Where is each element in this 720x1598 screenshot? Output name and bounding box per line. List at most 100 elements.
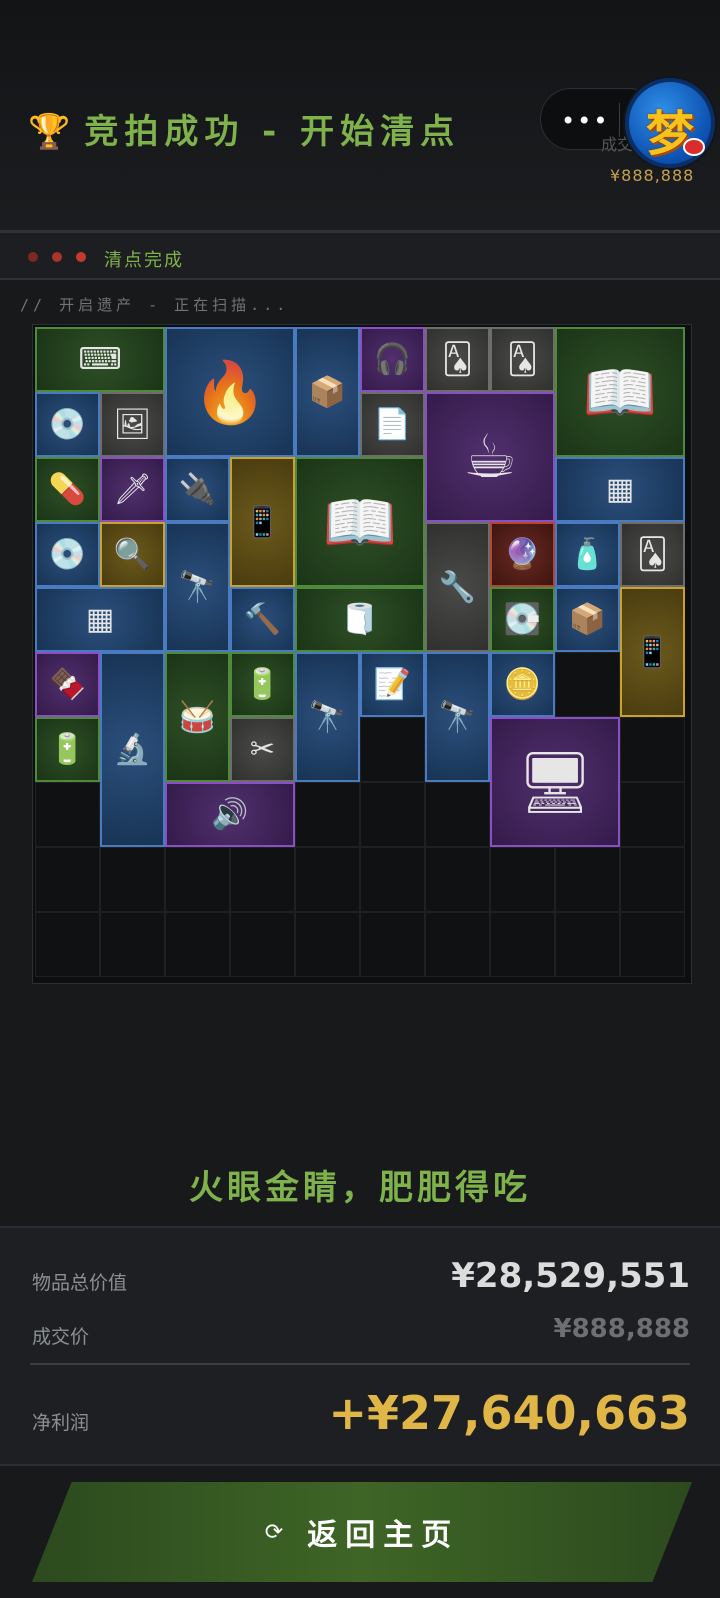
inventory-item-mat[interactable]: ▦	[555, 457, 685, 522]
dream-logo-icon[interactable]: 梦	[625, 78, 715, 168]
grid-cell	[425, 847, 490, 912]
total-value: ¥28,529,551	[451, 1256, 690, 1296]
inventory-item-medicine-bottle[interactable]: 💊	[35, 457, 100, 522]
spyglass-icon: 🔭	[308, 699, 347, 735]
inventory-item-spyglass[interactable]: 🔭	[425, 652, 490, 782]
scissors-icon: ✂	[249, 732, 276, 767]
photo-card-icon: 🖼	[113, 407, 152, 442]
hammer-icon: 🔨	[243, 602, 282, 637]
grid-cell	[490, 847, 555, 912]
grid-cell	[295, 847, 360, 912]
inventory-item-scissors[interactable]: ✂	[230, 717, 295, 782]
inventory-item-speaker[interactable]: 🔊	[165, 782, 295, 847]
inventory-item-lens[interactable]: 🔍	[100, 522, 165, 587]
orb-icon: 🔮	[503, 537, 542, 572]
inventory-item-paper[interactable]: 📄	[360, 392, 425, 457]
deal-price-value: ¥888,888	[553, 1314, 690, 1344]
cloth-icon: 🧻	[341, 602, 379, 637]
inventory-item-cd-disc[interactable]: 💿	[35, 392, 100, 457]
inventory-item-photo-card[interactable]: 🖼	[100, 392, 165, 457]
inventory-item-motherboard[interactable]: 🖥	[490, 717, 620, 847]
medicine-bottle-icon: 💊	[48, 472, 87, 507]
spyglass-icon: 🔭	[438, 699, 477, 735]
tool-icon: 🔧	[438, 569, 477, 605]
headset-icon: 🎧	[373, 342, 412, 377]
scan-text: // 开启遗产 - 正在扫描...	[20, 296, 290, 314]
inventory-item-energy-bar[interactable]: 🍫	[35, 652, 100, 717]
grid-cell	[35, 847, 100, 912]
inventory-item-drum[interactable]: 🥁	[165, 652, 230, 782]
inventory-item-satellite-phone[interactable]: 📱	[230, 457, 295, 587]
return-home-label: 返回主页	[307, 1518, 460, 1553]
grid-cell	[35, 782, 100, 847]
keyboard-icon: ⌨	[78, 342, 122, 377]
status-bar: 清点完成	[0, 238, 720, 278]
energy-bar-icon: 🍫	[48, 667, 87, 702]
return-home-button[interactable]: ⟳ 返回主页	[32, 1482, 692, 1582]
inventory-item-magazine[interactable]: 📖	[555, 327, 685, 457]
inventory-item-magazine[interactable]: 📖	[295, 457, 425, 587]
coin-icon: 🪙	[503, 667, 542, 702]
inventory-item-cloth[interactable]: 🧻	[295, 587, 425, 652]
refresh-icon: ⟳	[264, 1519, 284, 1545]
lens-icon: 🔍	[113, 537, 152, 572]
inventory-item-microscope[interactable]: 🔬	[100, 652, 165, 847]
cd-disc-icon: 💿	[48, 537, 87, 572]
inventory-item-cd-disc[interactable]: 💿	[35, 522, 100, 587]
satellite-phone-icon: 📱	[633, 634, 672, 670]
grid-cell	[425, 912, 490, 977]
inventory-item-spyglass[interactable]: 🔭	[165, 522, 230, 652]
inventory-item-hard-drive[interactable]: 💽	[490, 587, 555, 652]
inventory-item-keyboard[interactable]: ⌨	[35, 327, 165, 392]
magazine-icon: 📖	[322, 487, 398, 558]
grid-cell	[35, 912, 100, 977]
grid-cell	[555, 912, 620, 977]
page-title: 🏆 竞拍成功 - 开始清点	[28, 104, 498, 160]
inventory-item-spyglass[interactable]: 🔭	[295, 652, 360, 782]
net-profit-label: 净利润	[32, 1412, 90, 1434]
inventory-item-camping-stove[interactable]: 🔥	[165, 327, 295, 457]
header-divider	[0, 230, 720, 233]
inventory-item-tool[interactable]: 🔧	[425, 522, 490, 652]
mat-icon: ▦	[605, 472, 635, 507]
inventory-item-ammo-box[interactable]: 📦	[295, 327, 360, 457]
logo-badge	[683, 138, 705, 156]
grid-cell	[230, 847, 295, 912]
inventory-item-coffee-machine[interactable]: ☕	[425, 392, 555, 522]
inventory-item-usb-drive[interactable]: 🔌	[165, 457, 230, 522]
inventory-item-orb[interactable]: 🔮	[490, 522, 555, 587]
speaker-icon: 🔊	[211, 797, 249, 832]
inventory-item-coin[interactable]: 🪙	[490, 652, 555, 717]
inventory-item-headset[interactable]: 🎧	[360, 327, 425, 392]
summary-panel: 物品总价值 ¥28,529,551 成交价 ¥888,888 净利润 +¥27,…	[0, 1226, 720, 1466]
grid-cell	[620, 912, 685, 977]
inventory-item-mat[interactable]: ▦	[35, 587, 165, 652]
inventory-item-battery[interactable]: 🔋	[230, 652, 295, 717]
grid-cell	[295, 782, 360, 847]
arrowhead-icon: 🗡	[113, 472, 152, 507]
playing-card-icon: 🂡	[637, 537, 668, 572]
inventory-item-hammer[interactable]: 🔨	[230, 587, 295, 652]
inventory-item-playing-card[interactable]: 🂡	[490, 327, 555, 392]
bottle-icon: 🧴	[568, 537, 607, 572]
net-profit-value: +¥27,640,663	[328, 1386, 690, 1440]
playing-card-icon: 🂡	[507, 342, 538, 377]
inventory-item-ammo-box[interactable]: 📦	[555, 587, 620, 652]
inventory-item-satellite-phone[interactable]: 📱	[620, 587, 685, 717]
inventory-item-bottle[interactable]: 🧴	[555, 522, 620, 587]
grid-cell	[100, 912, 165, 977]
inventory-item-batteries[interactable]: 🔋	[35, 717, 100, 782]
satellite-phone-icon: 📱	[243, 504, 282, 540]
mat-icon: ▦	[85, 602, 115, 637]
microscope-icon: 🔬	[113, 732, 152, 767]
status-dot-3	[76, 252, 86, 262]
cd-disc-icon: 💿	[48, 407, 87, 442]
inventory-item-playing-card[interactable]: 🂡	[620, 522, 685, 587]
inventory-item-playing-card[interactable]: 🂡	[425, 327, 490, 392]
price-tag: ¥888,888	[610, 166, 695, 185]
inventory-item-notepad[interactable]: 📝	[360, 652, 425, 717]
grid-cell	[360, 782, 425, 847]
inventory-item-arrowhead[interactable]: 🗡	[100, 457, 165, 522]
grid-cell	[620, 847, 685, 912]
grid-cell	[165, 847, 230, 912]
